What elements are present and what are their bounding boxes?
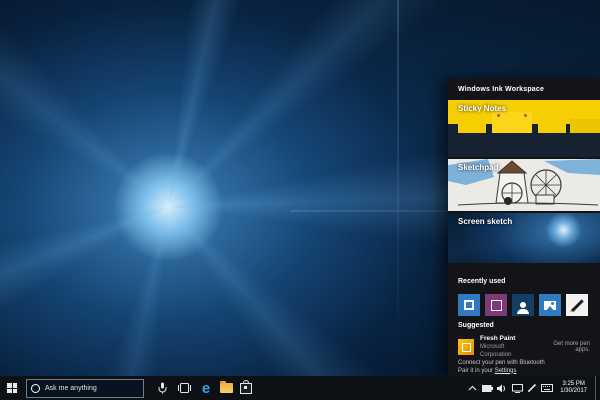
touch-keyboard-button[interactable] [541,376,553,400]
settings-link[interactable]: Settings [495,368,517,374]
ink-workspace-title: Windows Ink Workspace [458,86,544,93]
sticky-note-shape [458,123,486,133]
desktop: Windows Ink Workspace Sticky Notes [0,0,600,400]
pen-app-icon [571,299,583,311]
sketch-app-icon [520,302,526,308]
sketchpad-tile[interactable]: Sketchpad [448,159,600,211]
recent-app-fresh-paint[interactable] [566,294,588,316]
task-view-icon [178,383,191,393]
network-status[interactable] [511,376,523,400]
start-button[interactable] [0,376,24,400]
search-input[interactable]: Ask me anything [26,379,144,398]
ink-workspace-button[interactable] [526,376,538,400]
microphone-icon [158,382,167,394]
battery-status[interactable] [481,376,493,400]
system-tray: 3:25 PM 1/30/2017 [466,376,600,400]
cortana-icon [31,384,40,393]
onenote-icon [464,300,474,310]
recently-used-heading: Recently used [458,278,505,285]
pen-icon [527,383,537,393]
file-explorer-icon [220,383,233,393]
edge-icon: e [202,381,210,396]
store-icon [240,383,252,394]
pen-bluetooth-text: Connect your pen with Bluetooth [458,360,545,368]
speaker-icon [497,384,507,393]
suggested-app-publisher: Microsoft Corporation [480,343,537,359]
sticky-note-shape [538,121,566,133]
taskbar-clock[interactable]: 3:25 PM 1/30/2017 [560,381,587,395]
photos-icon [544,301,556,310]
windows-logo-icon [7,383,17,393]
network-icon [512,384,523,393]
clock-time: 3:25 PM [560,381,587,388]
file-explorer-button[interactable] [214,376,234,400]
recently-used-row [458,294,588,316]
suggested-app-row[interactable]: Fresh Paint Microsoft Corporation Get mo… [458,335,590,359]
fresh-paint-icon [458,339,474,355]
sketchpad-label: Sketchpad [458,163,498,172]
task-view-button[interactable] [174,376,194,400]
ink-workspace-panel: Windows Ink Workspace Sticky Notes [448,78,600,376]
recent-app-sketch[interactable] [512,294,534,316]
pen-pairing-footer: Connect your pen with Bluetooth Pair it … [458,360,545,375]
sticky-notes-label: Sticky Notes [458,104,506,113]
sticky-note-pin [524,114,527,117]
suggested-app-text: Fresh Paint Microsoft Corporation [480,335,537,359]
suggested-heading: Suggested [458,322,494,329]
recent-app-onenote-2016[interactable] [485,294,507,316]
sticky-note-shape [570,119,600,133]
screen-sketch-label: Screen sketch [458,217,512,226]
get-more-pen-apps-link[interactable]: Get more pen apps. [537,341,590,353]
edge-browser-button[interactable]: e [194,376,214,400]
show-desktop-button[interactable] [595,376,600,400]
sticky-notes-tile[interactable]: Sticky Notes [448,100,600,157]
recent-app-onenote[interactable] [458,294,480,316]
pen-settings-text: Pair it in your Settings [458,368,545,376]
suggested-app-name: Fresh Paint [480,335,537,343]
volume-status[interactable] [496,376,508,400]
clock-date: 1/30/2017 [560,388,587,395]
microphone-button[interactable] [152,376,172,400]
keyboard-icon [541,384,553,392]
battery-icon [482,385,493,392]
sticky-note-pin [497,114,500,117]
recent-app-photos[interactable] [539,294,561,316]
onenote-2016-icon [491,300,502,311]
store-button[interactable] [234,376,254,400]
taskbar: Ask me anything e [0,376,600,400]
chevron-up-icon [468,385,477,391]
search-placeholder: Ask me anything [45,385,97,392]
tray-overflow-button[interactable] [466,376,478,400]
screen-sketch-tile[interactable]: Screen sketch [448,213,600,263]
